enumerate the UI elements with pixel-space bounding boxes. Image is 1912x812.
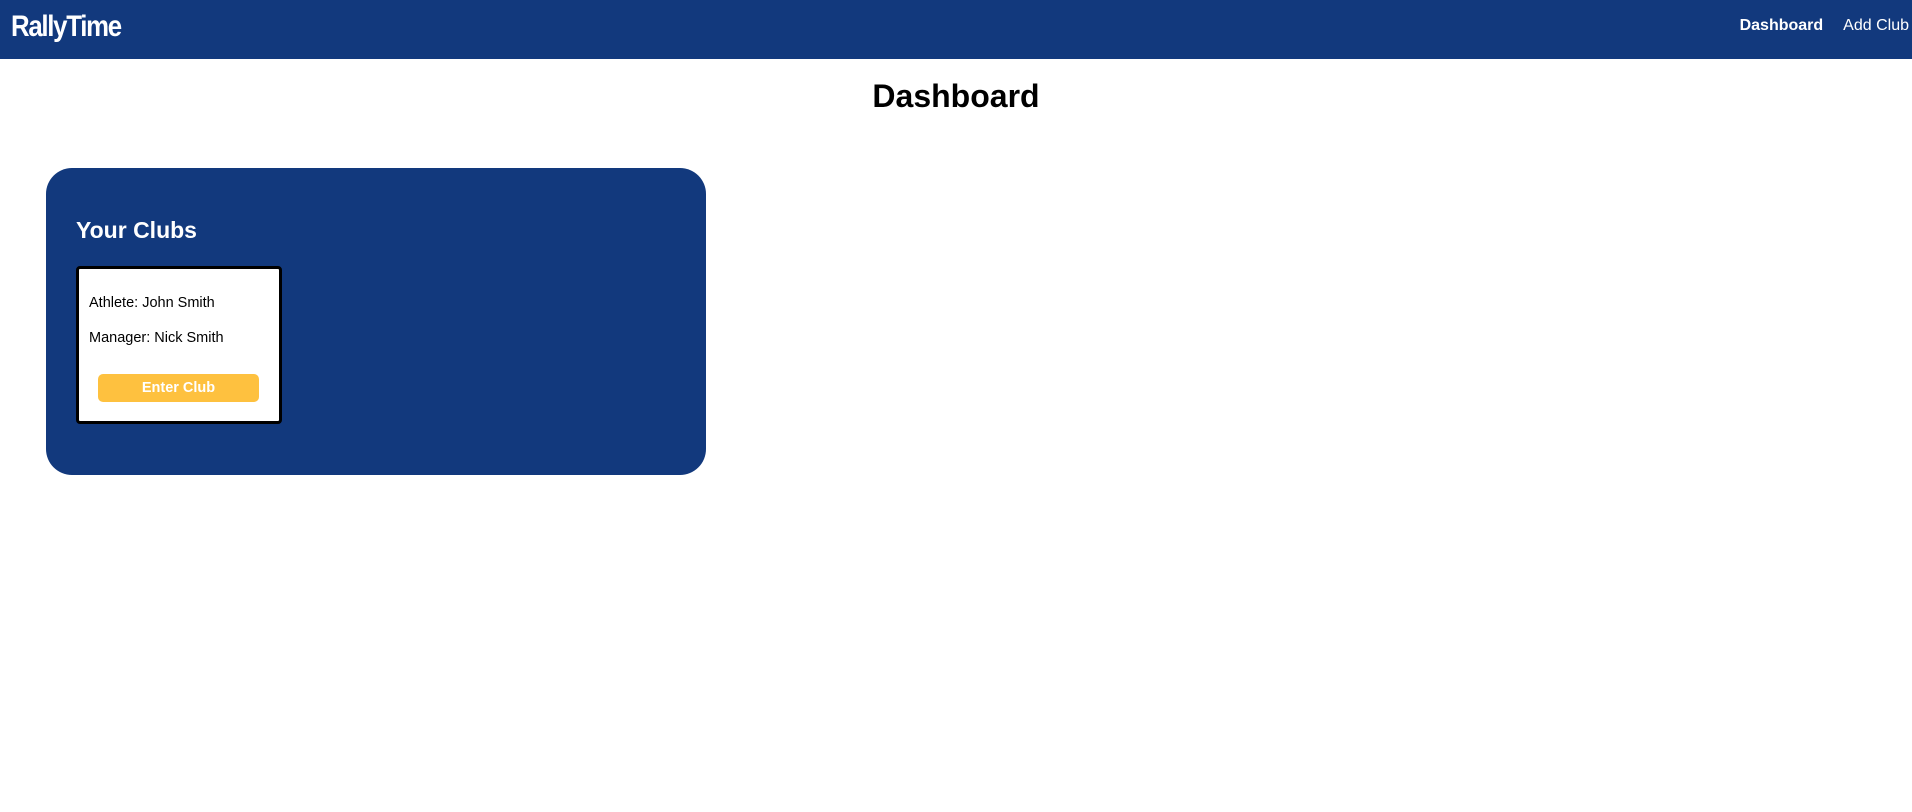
- enter-club-button[interactable]: Enter Club: [98, 374, 259, 402]
- club-athlete: Athlete: John Smith: [89, 295, 215, 311]
- brand-logo[interactable]: RallyTime: [11, 10, 122, 44]
- club-card: Athlete: John Smith Manager: Nick Smith …: [76, 266, 282, 424]
- club-manager: Manager: Nick Smith: [89, 330, 224, 346]
- nav-link-add-club[interactable]: Add Club: [1843, 17, 1909, 35]
- page-title: Dashboard: [872, 78, 1040, 114]
- clubs-heading: Your Clubs: [76, 217, 197, 243]
- nav-links: Dashboard Add Club: [1720, 17, 1909, 35]
- your-clubs-panel: Your Clubs Athlete: John Smith Manager: …: [46, 168, 706, 475]
- top-navbar: RallyTime Dashboard Add Club: [0, 0, 1912, 59]
- nav-link-dashboard[interactable]: Dashboard: [1740, 17, 1824, 35]
